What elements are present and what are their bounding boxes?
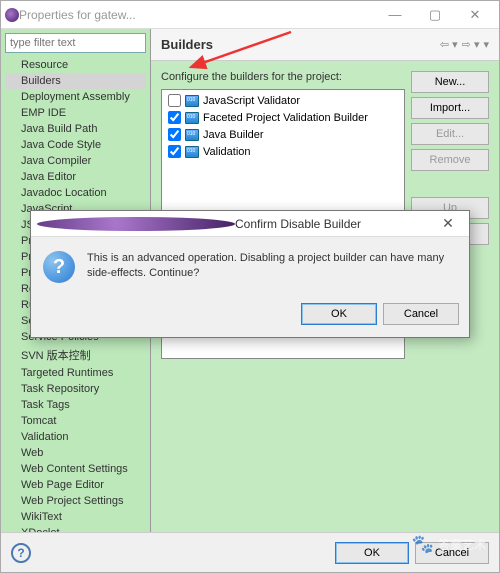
tree-item[interactable]: Task Tags [5, 397, 146, 413]
tree-item[interactable]: Java Code Style [5, 137, 146, 153]
tree-item[interactable]: Web [5, 445, 146, 461]
ok-button[interactable]: OK [335, 542, 409, 564]
maximize-button[interactable]: ▢ [415, 2, 455, 28]
tree-item[interactable]: Resource [5, 57, 146, 73]
dialog-close-button[interactable]: ✕ [433, 215, 463, 232]
filter-input[interactable] [5, 33, 146, 53]
dialog-cancel-button[interactable]: Cancel [383, 303, 459, 325]
import-button[interactable]: Import... [411, 97, 489, 119]
confirm-dialog: Confirm Disable Builder ✕ ? This is an a… [30, 210, 470, 338]
dialog-message: This is an advanced operation. Disabling… [87, 251, 457, 282]
builder-row[interactable]: Validation [164, 143, 402, 160]
builder-icon [185, 129, 199, 141]
watermark-text: 答案艺术 [438, 536, 486, 553]
tree-item[interactable]: SVN 版本控制 [5, 345, 146, 365]
back-icon[interactable]: ⇦ ▾ [440, 38, 458, 51]
builder-label: Validation [203, 146, 251, 158]
dialog-title: Confirm Disable Builder [235, 217, 433, 231]
eclipse-icon [5, 8, 19, 22]
dialog-buttons: OK Cancel [31, 297, 469, 337]
minimize-button[interactable]: ― [375, 2, 415, 28]
eclipse-icon [37, 217, 235, 231]
dialog-titlebar: Confirm Disable Builder ✕ [31, 211, 469, 237]
dialog-body: ? This is an advanced operation. Disabli… [31, 237, 469, 297]
window-buttons: ― ▢ ✕ [375, 2, 495, 28]
tree-item[interactable]: Web Content Settings [5, 461, 146, 477]
forward-icon[interactable]: ⇨ ▾ [462, 38, 480, 51]
tree-item[interactable]: Javadoc Location [5, 185, 146, 201]
tree-item[interactable]: Targeted Runtimes [5, 365, 146, 381]
tree-item[interactable]: Web Page Editor [5, 477, 146, 493]
help-icon[interactable]: ? [11, 543, 31, 563]
page-title: Builders [161, 37, 440, 52]
dialog-ok-button[interactable]: OK [301, 303, 377, 325]
remove-button[interactable]: Remove [411, 149, 489, 171]
tree-item[interactable]: Task Repository [5, 381, 146, 397]
builder-icon [185, 112, 199, 124]
tree-item[interactable]: Java Compiler [5, 153, 146, 169]
builder-label: JavaScript Validator [203, 95, 300, 107]
new-button[interactable]: New... [411, 71, 489, 93]
tree-item[interactable]: Web Project Settings [5, 493, 146, 509]
main-header: Builders ⇦ ▾ ⇨ ▾ ▾ [151, 29, 499, 61]
builder-checkbox[interactable] [168, 145, 181, 158]
builder-checkbox[interactable] [168, 111, 181, 124]
builder-row[interactable]: Java Builder [164, 126, 402, 143]
paw-icon: 🐾 [412, 534, 434, 555]
builder-label: Java Builder [203, 129, 264, 141]
builder-row[interactable]: Faceted Project Validation Builder [164, 109, 402, 126]
builder-row[interactable]: JavaScript Validator [164, 92, 402, 109]
tree-item[interactable]: WikiText [5, 509, 146, 525]
builder-icon [185, 95, 199, 107]
tree-item[interactable]: Java Editor [5, 169, 146, 185]
edit-button[interactable]: Edit... [411, 123, 489, 145]
tree-item[interactable]: EMP IDE [5, 105, 146, 121]
nav-icons: ⇦ ▾ ⇨ ▾ ▾ [440, 38, 489, 51]
builder-checkbox[interactable] [168, 128, 181, 141]
tree-item[interactable]: Deployment Assembly [5, 89, 146, 105]
builders-desc: Configure the builders for the project: [161, 71, 405, 83]
close-button[interactable]: ✕ [455, 2, 495, 28]
menu-icon[interactable]: ▾ [483, 38, 489, 51]
titlebar: Properties for gatew... ― ▢ ✕ [1, 1, 499, 29]
builder-checkbox[interactable] [168, 94, 181, 107]
tree-item[interactable]: Validation [5, 429, 146, 445]
builder-label: Faceted Project Validation Builder [203, 112, 368, 124]
tree-item[interactable]: Java Build Path [5, 121, 146, 137]
question-icon: ? [43, 251, 75, 283]
tree-item[interactable]: XDoclet [5, 525, 146, 532]
watermark: 🐾 答案艺术 [412, 534, 486, 555]
tree-item[interactable]: Tomcat [5, 413, 146, 429]
window-title: Properties for gatew... [19, 8, 375, 22]
tree-item[interactable]: Builders [5, 73, 146, 89]
builder-icon [185, 146, 199, 158]
